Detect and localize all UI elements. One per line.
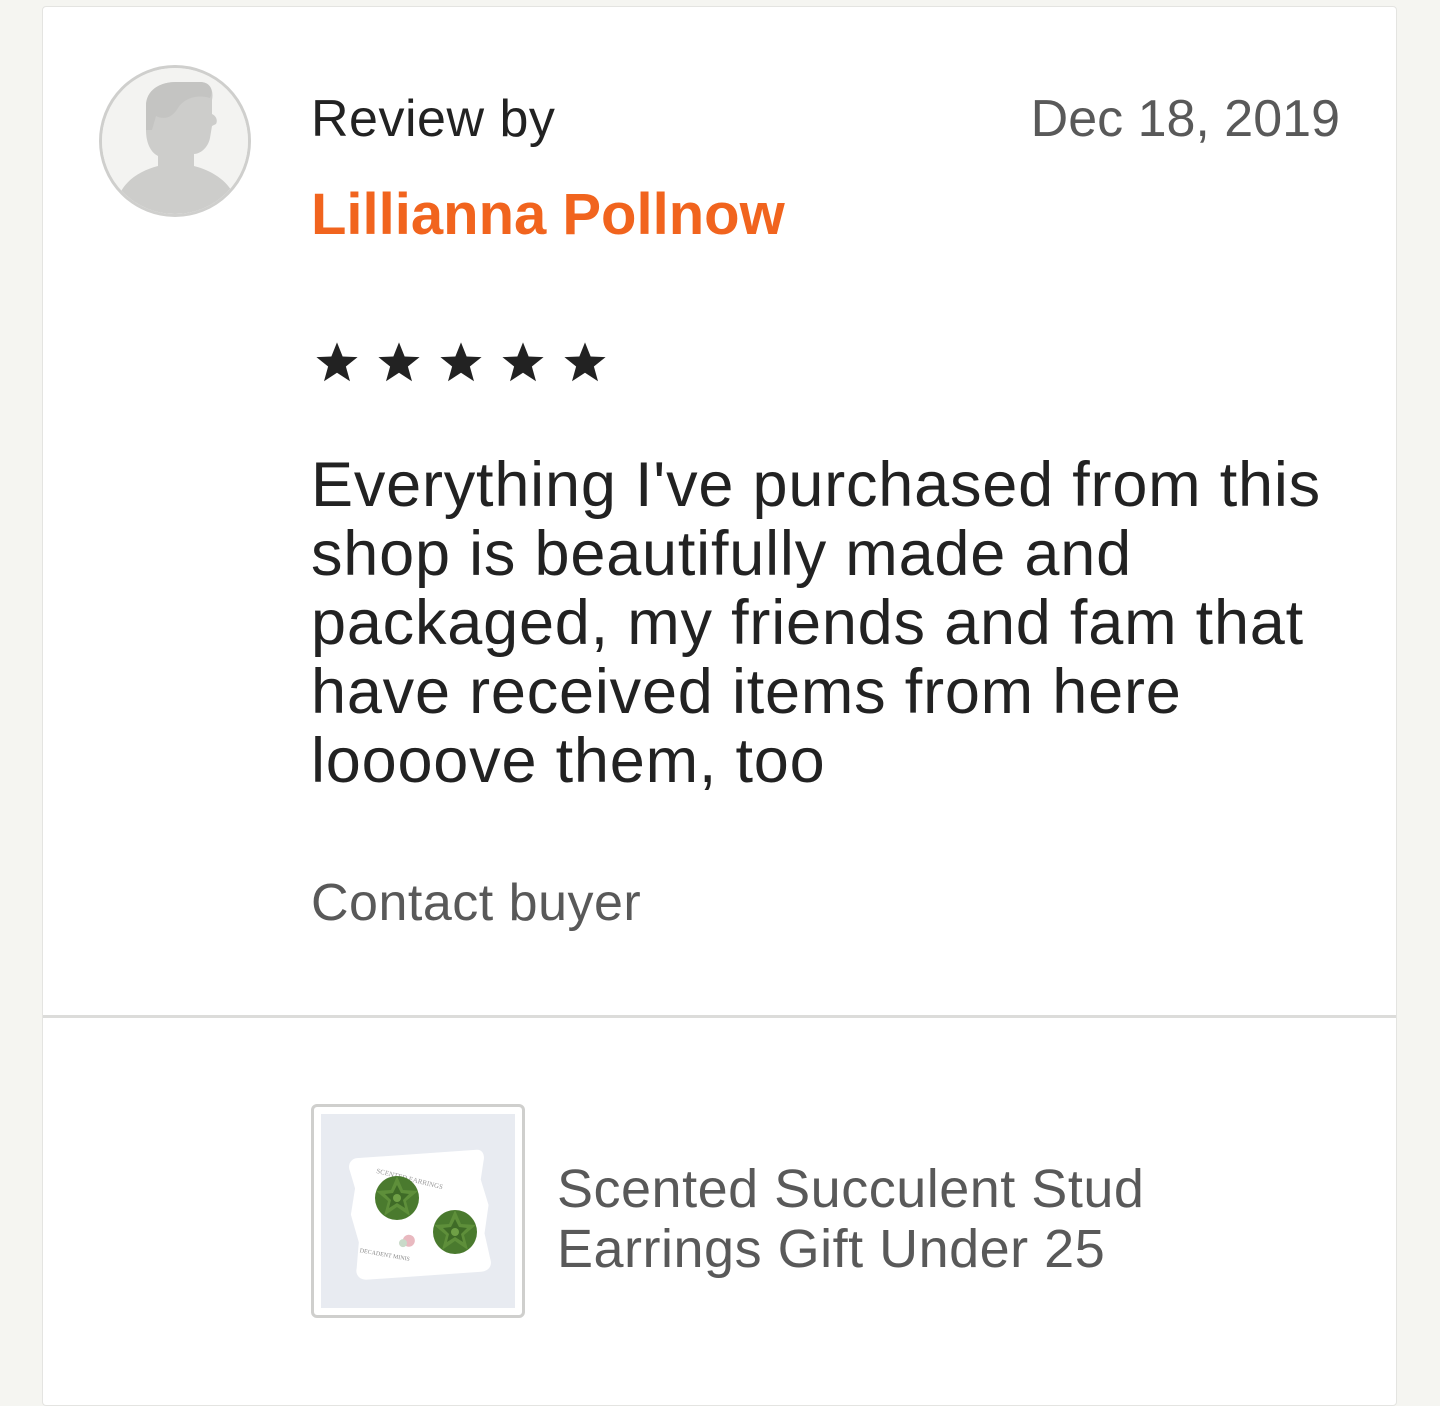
succulent-earrings-image: SCENTED EARRINGS DECADENT MINIS xyxy=(321,1114,515,1308)
user-silhouette-icon xyxy=(102,68,248,214)
star-rating xyxy=(311,337,611,389)
product-title-link[interactable]: Scented Succulent Stud Earrings Gift Und… xyxy=(557,1159,1257,1279)
product-image: SCENTED EARRINGS DECADENT MINIS xyxy=(321,1114,515,1308)
avatar[interactable] xyxy=(99,65,251,217)
divider xyxy=(43,1015,1396,1018)
succulent-right xyxy=(433,1210,477,1254)
contact-buyer-link[interactable]: Contact buyer xyxy=(311,873,641,933)
review-by-label: Review by xyxy=(311,90,556,148)
succulent-left xyxy=(375,1176,419,1220)
star-icon xyxy=(502,342,544,382)
star-icon xyxy=(316,342,358,382)
review-date: Dec 18, 2019 xyxy=(1030,90,1340,148)
star-icon xyxy=(440,342,482,382)
star-icon xyxy=(564,342,606,382)
reviewer-name-link[interactable]: Lillianna Pollnow xyxy=(311,181,785,248)
star-icon xyxy=(378,342,420,382)
review-card: Review by Dec 18, 2019 Lillianna Pollnow… xyxy=(42,6,1397,1406)
product-thumbnail[interactable]: SCENTED EARRINGS DECADENT MINIS xyxy=(311,1104,525,1318)
review-text: Everything I've purchased from this shop… xyxy=(311,450,1321,796)
